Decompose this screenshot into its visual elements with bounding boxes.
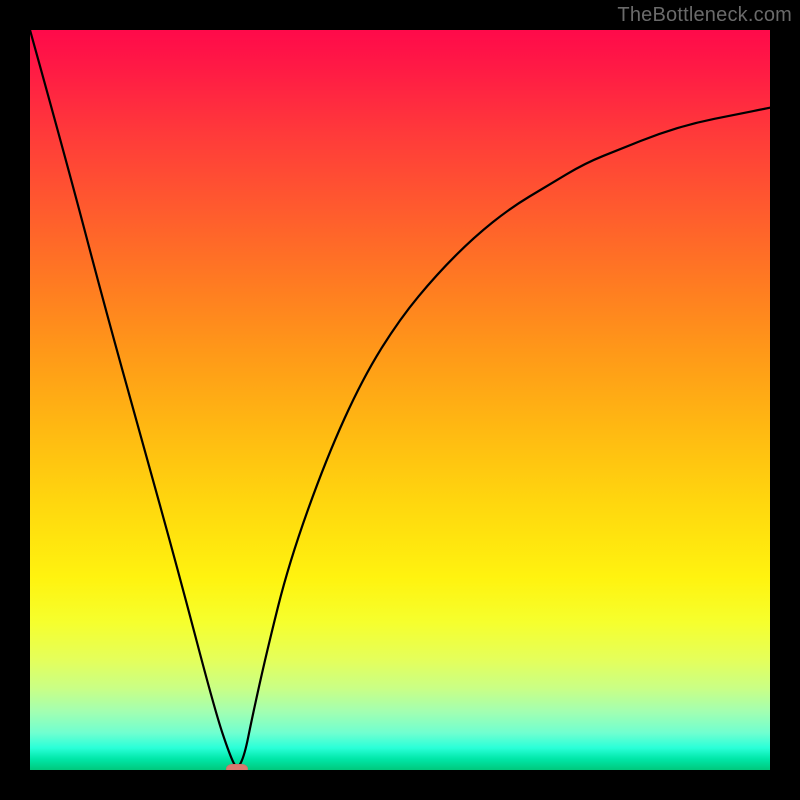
optimum-marker bbox=[226, 764, 248, 770]
chart-frame: TheBottleneck.com bbox=[0, 0, 800, 800]
curve-svg bbox=[30, 30, 770, 770]
bottleneck-curve bbox=[30, 30, 770, 766]
plot-area bbox=[30, 30, 770, 770]
watermark-text: TheBottleneck.com bbox=[617, 4, 792, 27]
